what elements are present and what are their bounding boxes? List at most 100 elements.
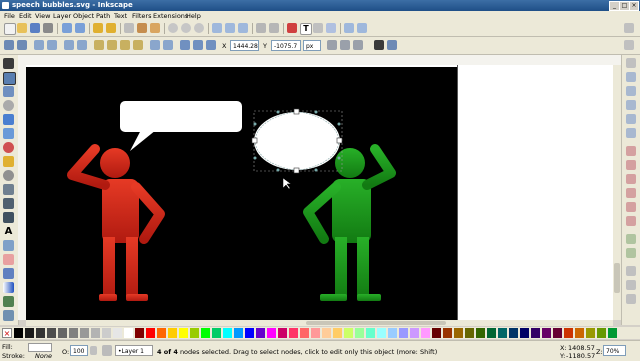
- palette-swatch[interactable]: [179, 328, 188, 338]
- spray-icon[interactable]: [3, 240, 14, 251]
- palette-swatch[interactable]: [344, 328, 353, 338]
- x-coordinate-field[interactable]: 1444.28: [230, 40, 259, 51]
- palette-swatch[interactable]: [498, 328, 507, 338]
- palette-swatch[interactable]: [146, 328, 155, 338]
- snap-center-icon[interactable]: [626, 234, 636, 244]
- break-path-icon[interactable]: [47, 40, 57, 50]
- palette-swatch[interactable]: [289, 328, 298, 338]
- snap-nodes-icon[interactable]: [387, 40, 397, 50]
- smooth-node-icon[interactable]: [107, 40, 117, 50]
- delete-segment-icon[interactable]: [77, 40, 87, 50]
- clone-icon[interactable]: [225, 23, 235, 33]
- snap-bbox-corner-icon[interactable]: [626, 100, 636, 110]
- print-icon[interactable]: [43, 23, 53, 33]
- snap-bbox-edge-icon[interactable]: [626, 86, 636, 96]
- snap-bbox-icon[interactable]: [626, 72, 636, 82]
- path-effects-icon[interactable]: [206, 40, 216, 50]
- segment-curve-icon[interactable]: [163, 40, 173, 50]
- palette-swatch[interactable]: [542, 328, 551, 338]
- menu-path[interactable]: Path: [96, 12, 110, 20]
- zoom-icon[interactable]: [3, 100, 14, 111]
- palette-swatch[interactable]: [102, 328, 111, 338]
- tweak-icon[interactable]: [3, 86, 14, 97]
- palette-swatch[interactable]: [267, 328, 276, 338]
- palette-swatch[interactable]: [575, 328, 584, 338]
- snap-page-border-icon[interactable]: [626, 266, 636, 276]
- stroke-value[interactable]: None: [35, 352, 52, 360]
- snap-guide-icon[interactable]: [626, 294, 636, 304]
- snap-intersection-icon[interactable]: [626, 174, 636, 184]
- fill-stroke-icon[interactable]: [287, 23, 297, 33]
- palette-swatch[interactable]: [454, 328, 463, 338]
- join-nodes-icon[interactable]: [34, 40, 44, 50]
- undo-icon[interactable]: [93, 23, 103, 33]
- ellipse-icon[interactable]: [3, 142, 14, 153]
- palette-swatch[interactable]: [113, 328, 122, 338]
- stroke-to-path-icon[interactable]: [193, 40, 203, 50]
- vertical-scrollbar[interactable]: [613, 65, 621, 320]
- snap-grid-icon[interactable]: [626, 280, 636, 290]
- palette-swatch[interactable]: [201, 328, 210, 338]
- unit-select[interactable]: px: [303, 40, 321, 51]
- calligraphy-icon[interactable]: [3, 212, 14, 223]
- open-icon[interactable]: [17, 23, 27, 33]
- opacity-spin-icon[interactable]: [90, 346, 97, 355]
- xml-editor-icon[interactable]: [313, 23, 323, 33]
- redo-icon[interactable]: [106, 23, 116, 33]
- group-icon[interactable]: [256, 23, 266, 33]
- connector-icon[interactable]: [3, 310, 14, 321]
- symmetric-node-icon[interactable]: [120, 40, 130, 50]
- vertical-scroll-thumb[interactable]: [614, 263, 620, 293]
- horizontal-scrollbar[interactable]: [26, 320, 613, 326]
- snap-path-icon[interactable]: [626, 160, 636, 170]
- eraser-icon[interactable]: [3, 254, 14, 265]
- ungroup-icon[interactable]: [269, 23, 279, 33]
- palette-swatch[interactable]: [234, 328, 243, 338]
- document-properties-icon[interactable]: [357, 23, 367, 33]
- speech-bubble-ellipse[interactable]: [251, 108, 343, 174]
- align-distribute-icon[interactable]: [326, 23, 336, 33]
- export-icon[interactable]: [75, 23, 85, 33]
- palette-swatch[interactable]: [256, 328, 265, 338]
- palette-swatch[interactable]: [597, 328, 606, 338]
- palette-swatch[interactable]: [476, 328, 485, 338]
- star-icon[interactable]: [3, 156, 14, 167]
- palette-swatch[interactable]: [355, 328, 364, 338]
- pen-icon[interactable]: [3, 198, 14, 209]
- save-icon[interactable]: [30, 23, 40, 33]
- y-coordinate-field[interactable]: -1075.7: [271, 40, 301, 51]
- palette-swatch[interactable]: [531, 328, 540, 338]
- rect-icon[interactable]: [3, 114, 14, 125]
- palette-swatch[interactable]: [586, 328, 595, 338]
- palette-swatch[interactable]: [124, 328, 133, 338]
- node-icon[interactable]: [3, 72, 16, 85]
- palette-swatch[interactable]: [377, 328, 386, 338]
- copy-icon[interactable]: [124, 23, 134, 33]
- menu-file[interactable]: File: [4, 12, 15, 20]
- palette-swatch[interactable]: [25, 328, 34, 338]
- menu-extensions[interactable]: Extensions: [153, 12, 188, 20]
- snap-smooth-nodes-icon[interactable]: [626, 202, 636, 212]
- menu-layer[interactable]: Layer: [53, 12, 71, 20]
- zoom-field[interactable]: 70%: [603, 345, 626, 356]
- new-document-icon[interactable]: [4, 23, 16, 35]
- preferences-icon[interactable]: [344, 23, 354, 33]
- palette-swatch[interactable]: [91, 328, 100, 338]
- palette-swatch[interactable]: [135, 328, 144, 338]
- palette-swatch[interactable]: [58, 328, 67, 338]
- snap-enable-icon[interactable]: [626, 58, 636, 68]
- 3dbox-icon[interactable]: [3, 128, 14, 139]
- opacity-field[interactable]: 100: [70, 345, 88, 356]
- menu-object[interactable]: Object: [73, 12, 94, 20]
- dropper-icon[interactable]: [3, 296, 14, 307]
- text-font-icon[interactable]: T: [300, 23, 312, 35]
- horizontal-scroll-thumb[interactable]: [306, 321, 446, 325]
- snap-bbox-center-icon[interactable]: [626, 128, 636, 138]
- page[interactable]: [26, 67, 457, 320]
- show-handles-icon[interactable]: [340, 40, 350, 50]
- fill-indicator[interactable]: [28, 343, 52, 352]
- palette-swatch[interactable]: [465, 328, 474, 338]
- speech-bubble-rect[interactable]: [120, 101, 242, 151]
- palette-swatch[interactable]: [223, 328, 232, 338]
- join-segment-icon[interactable]: [64, 40, 74, 50]
